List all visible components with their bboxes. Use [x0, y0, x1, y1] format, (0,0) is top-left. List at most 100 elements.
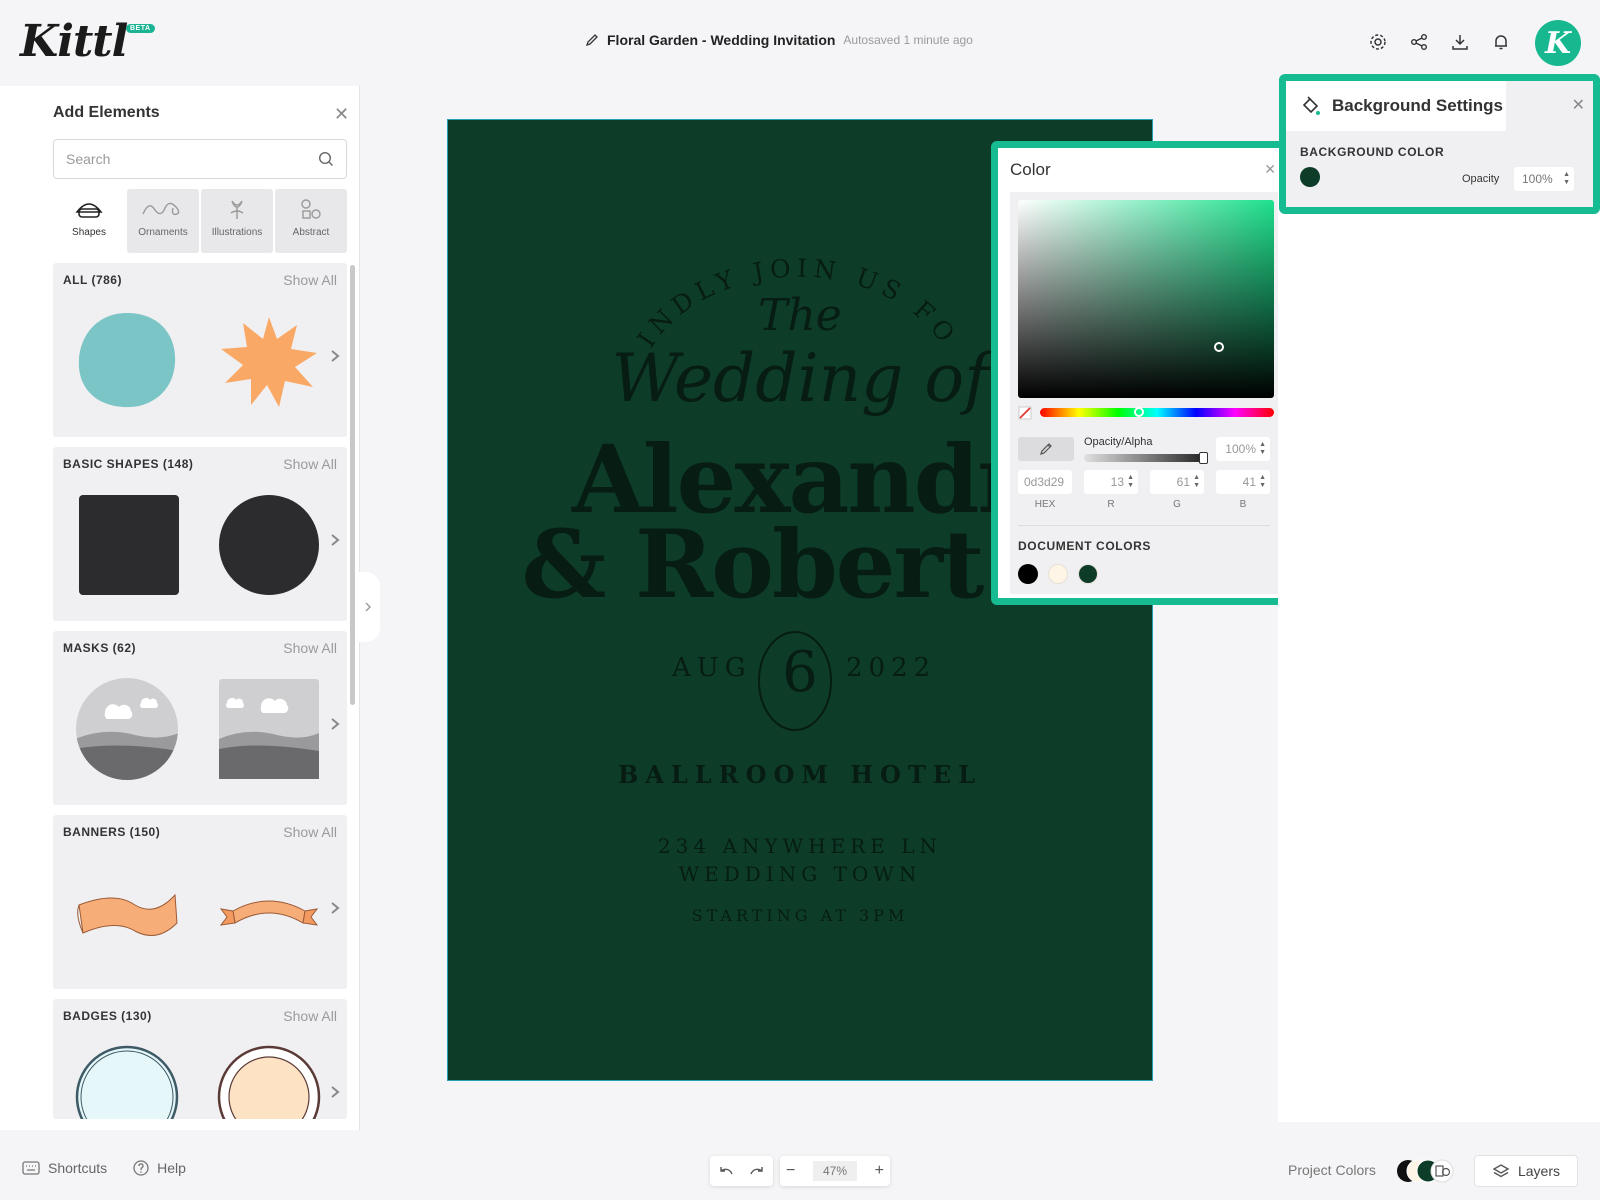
hex-input[interactable]: 0d3d29 — [1018, 470, 1072, 494]
document-color-swatch[interactable] — [1018, 564, 1038, 584]
blob-shape[interactable] — [75, 309, 179, 413]
zoom-control: − 47% + — [780, 1156, 890, 1186]
shapes-icon — [73, 197, 105, 221]
zoom-level[interactable]: 47% — [812, 1161, 858, 1181]
document-title-bar: Floral Garden - Wedding Invitation Autos… — [585, 32, 973, 48]
show-all-link[interactable]: Show All — [283, 456, 337, 472]
opacity-slider[interactable] — [1084, 452, 1208, 464]
chevron-right-icon[interactable] — [329, 901, 341, 915]
chevron-right-icon[interactable] — [329, 717, 341, 731]
section-basic-shapes: BASIC SHAPES (148) Show All — [53, 447, 347, 621]
g-input[interactable]: 61 ▲ ▼ — [1150, 470, 1204, 494]
b-input[interactable]: 41 ▲ ▼ — [1216, 470, 1270, 494]
eyedropper-button[interactable] — [1018, 437, 1074, 461]
b-value: 41 — [1242, 475, 1256, 489]
show-all-link[interactable]: Show All — [283, 640, 337, 656]
divider — [1018, 525, 1270, 526]
background-color-swatch[interactable] — [1300, 167, 1320, 187]
download-icon[interactable] — [1448, 30, 1471, 53]
background-color-label: BACKGROUND COLOR — [1300, 145, 1445, 159]
project-colors-label: Project Colors — [1288, 1162, 1376, 1178]
square-mask[interactable] — [217, 677, 321, 781]
redo-icon[interactable] — [749, 1165, 765, 1177]
document-title[interactable]: Floral Garden - Wedding Invitation — [607, 32, 835, 48]
stepper-icon[interactable]: ▲ ▼ — [1259, 441, 1266, 457]
background-settings-panel: Background Settings ✕ BACKGROUND COLOR O… — [1286, 81, 1593, 207]
wavy-banner[interactable] — [75, 861, 179, 965]
undo-redo-group — [710, 1156, 773, 1186]
tab-ornaments[interactable]: Ornaments — [127, 189, 199, 253]
start-time: STARTING AT 3PM — [691, 906, 909, 925]
user-avatar[interactable]: K — [1535, 20, 1581, 66]
autosave-status: Autosaved 1 minute ago — [843, 33, 973, 47]
chevron-right-icon[interactable] — [329, 1085, 341, 1099]
zoom-out-button[interactable]: − — [786, 1162, 795, 1180]
panel-scrollbar[interactable] — [350, 265, 355, 705]
show-all-link[interactable]: Show All — [283, 272, 337, 288]
no-color-icon[interactable] — [1018, 406, 1032, 420]
tab-label: Illustrations — [211, 227, 263, 238]
stepper-icon[interactable]: ▲ ▼ — [1563, 171, 1570, 187]
section-masks: MASKS (62) Show All — [53, 631, 347, 805]
share-icon[interactable] — [1407, 30, 1430, 53]
top-actions — [1366, 30, 1512, 53]
square-shape[interactable] — [77, 493, 181, 597]
document-colors-label: DOCUMENT COLORS — [1018, 539, 1151, 553]
tab-illustrations[interactable]: Illustrations — [201, 189, 273, 253]
date-day: 6 — [782, 640, 818, 705]
section-title: BANNERS (150) — [63, 825, 161, 839]
tab-label: Abstract — [292, 227, 330, 238]
stepper-icon[interactable]: ▲ ▼ — [1193, 474, 1200, 490]
project-colors-swatches[interactable] — [1394, 1158, 1458, 1184]
chevron-right-icon[interactable] — [329, 349, 341, 363]
tab-abstract[interactable]: Abstract — [275, 189, 347, 253]
search-input[interactable] — [53, 139, 347, 179]
opacity-knob[interactable] — [1199, 452, 1208, 464]
document-color-swatch[interactable] — [1078, 564, 1098, 584]
hue-slider[interactable] — [1040, 407, 1274, 417]
show-all-link[interactable]: Show All — [283, 1008, 337, 1024]
stepper-icon[interactable]: ▲ ▼ — [1259, 474, 1266, 490]
help-button[interactable]: Help — [133, 1160, 186, 1176]
close-icon[interactable]: ✕ — [1572, 95, 1585, 115]
ribbon-banner[interactable] — [217, 861, 321, 965]
hex-value: 0d3d29 — [1024, 475, 1065, 489]
settings-icon[interactable] — [1366, 30, 1389, 53]
bg-opacity-input[interactable]: 100% ▲ ▼ — [1514, 167, 1574, 191]
document-color-swatch[interactable] — [1048, 564, 1068, 584]
pencil-icon[interactable] — [585, 33, 599, 47]
stepper-icon[interactable]: ▲ ▼ — [1127, 474, 1134, 490]
hue-handle[interactable] — [1134, 407, 1144, 417]
splash-shape[interactable] — [217, 309, 321, 413]
saturation-value-area[interactable] — [1018, 200, 1274, 398]
close-icon[interactable]: ✕ — [334, 104, 349, 125]
chevron-right-icon[interactable] — [329, 533, 341, 547]
blue-badge[interactable] — [75, 1045, 179, 1119]
layers-button[interactable]: Layers — [1474, 1155, 1578, 1187]
bell-icon[interactable] — [1489, 30, 1512, 53]
color-handle[interactable] — [1214, 342, 1224, 352]
opacity-input[interactable]: 100% ▲ ▼ — [1216, 437, 1270, 461]
panel-title: Add Elements — [53, 104, 160, 121]
bg-settings-title: Background Settings — [1332, 96, 1503, 115]
peach-badge[interactable] — [217, 1045, 321, 1119]
undo-icon[interactable] — [718, 1165, 734, 1177]
r-input[interactable]: 13 ▲ ▼ — [1084, 470, 1138, 494]
color-popup-title: Color — [1010, 160, 1051, 179]
section-title: MASKS (62) — [63, 641, 137, 655]
collapse-panel-button[interactable] — [356, 572, 380, 642]
circle-shape[interactable] — [217, 493, 321, 597]
section-title: BASIC SHAPES (148) — [63, 457, 194, 471]
chevron-right-icon — [365, 602, 371, 612]
circle-mask[interactable] — [75, 677, 179, 781]
shortcuts-button[interactable]: Shortcuts — [22, 1160, 107, 1176]
app-logo[interactable]: Kittl — [20, 16, 128, 67]
show-all-link[interactable]: Show All — [283, 824, 337, 840]
zoom-in-button[interactable]: + — [875, 1162, 884, 1180]
search-icon[interactable] — [318, 151, 334, 167]
keyboard-icon — [22, 1161, 40, 1175]
layers-label: Layers — [1517, 1163, 1561, 1179]
close-icon[interactable]: ✕ — [1264, 161, 1276, 178]
address-line-2: WEDDING TOWN — [678, 862, 922, 886]
tab-shapes[interactable]: Shapes — [53, 189, 125, 253]
